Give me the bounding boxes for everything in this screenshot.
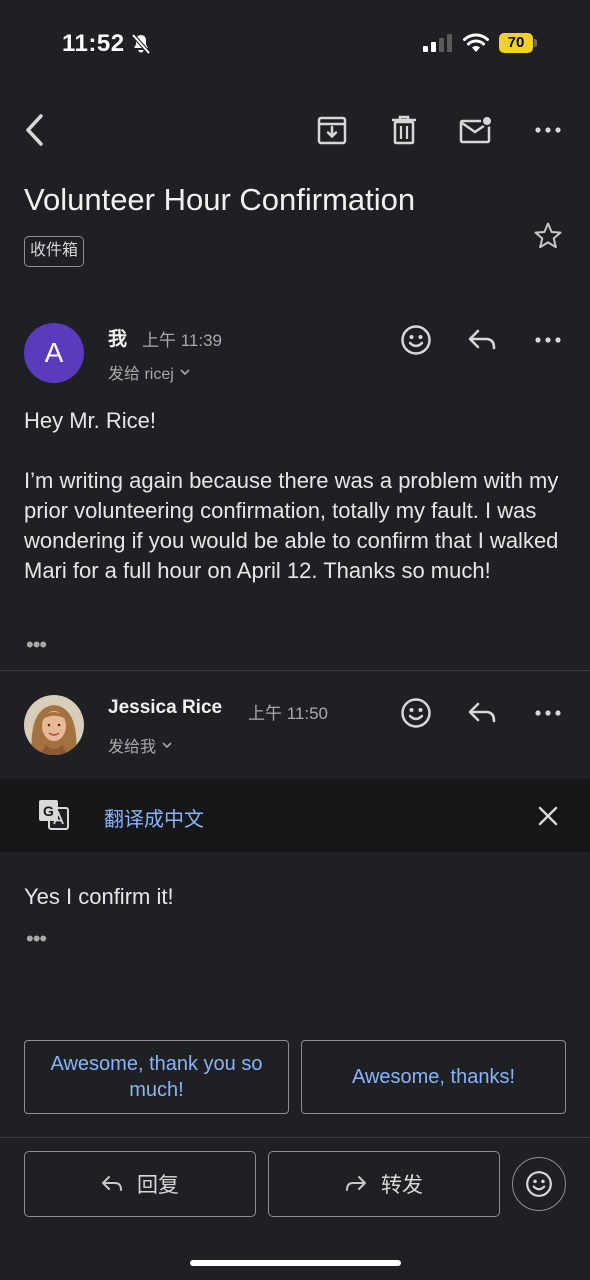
trash-icon[interactable]: [382, 108, 426, 152]
recipient-details-toggle[interactable]: 发给我: [108, 733, 173, 757]
google-translate-icon: G: [38, 799, 70, 831]
message-time: 上午 11:50: [248, 704, 329, 723]
wifi-icon: [462, 32, 490, 54]
translate-link[interactable]: 翻译成中文: [104, 803, 204, 832]
close-icon[interactable]: [526, 794, 570, 838]
sender-name: Jessica Rice: [108, 697, 223, 718]
actions-divider: [0, 1137, 590, 1138]
home-indicator[interactable]: [190, 1260, 401, 1266]
status-time: 11:52: [62, 30, 125, 57]
bell-muted-icon: [130, 33, 152, 55]
star-icon[interactable]: [526, 214, 570, 258]
mark-unread-icon[interactable]: [454, 108, 498, 152]
recipient-details-toggle[interactable]: 发给 ricej: [108, 360, 191, 384]
chevron-down-icon: [180, 369, 190, 376]
forward-button[interactable]: 转发: [268, 1151, 500, 1217]
emoji-reaction-icon[interactable]: [394, 318, 438, 362]
svg-text:G: G: [43, 803, 54, 819]
forward-label: 转发: [381, 1174, 423, 1197]
more-icon[interactable]: [526, 108, 570, 152]
battery-indicator: 70: [499, 33, 533, 53]
show-trimmed-content[interactable]: •••: [26, 928, 47, 950]
avatar[interactable]: [24, 695, 84, 755]
emoji-reaction-icon[interactable]: [394, 691, 438, 735]
chevron-down-icon: [162, 742, 172, 749]
emoji-reaction-button[interactable]: [512, 1157, 566, 1211]
show-trimmed-content[interactable]: •••: [26, 634, 47, 656]
reply-icon[interactable]: [460, 691, 504, 735]
avatar[interactable]: A: [24, 323, 84, 383]
message-greeting: Hey Mr. Rice!: [24, 408, 157, 433]
recipient-text: 发给 ricej: [108, 366, 174, 383]
cellular-signal-icon: [423, 34, 453, 52]
message-more-icon[interactable]: [526, 691, 570, 735]
smart-reply-button[interactable]: Awesome, thank you so much!: [24, 1040, 289, 1114]
message-body: Yes I confirm it!: [24, 884, 174, 909]
forward-icon: [346, 1176, 366, 1191]
message-more-icon[interactable]: [526, 318, 570, 362]
reply-label: 回复: [137, 1174, 179, 1197]
message-body: I’m writing again because there was a pr…: [24, 468, 559, 583]
email-subject: Volunteer Hour Confirmation: [24, 182, 416, 217]
reply-button[interactable]: 回复: [24, 1151, 256, 1217]
back-arrow-icon[interactable]: [12, 108, 56, 152]
archive-icon[interactable]: [310, 108, 354, 152]
reply-icon[interactable]: [460, 318, 504, 362]
inbox-label-chip[interactable]: 收件箱: [24, 236, 85, 267]
message-time: 上午 11:39: [142, 331, 223, 350]
battery-nub: [534, 39, 537, 47]
emoji-icon: [526, 1171, 552, 1197]
recipient-text: 发给我: [108, 739, 157, 756]
smart-reply-button[interactable]: Awesome, thanks!: [301, 1040, 566, 1114]
sender-name: 我: [108, 329, 128, 350]
translate-bar: [0, 779, 590, 852]
message-divider: [0, 670, 590, 671]
reply-icon: [102, 1176, 122, 1191]
